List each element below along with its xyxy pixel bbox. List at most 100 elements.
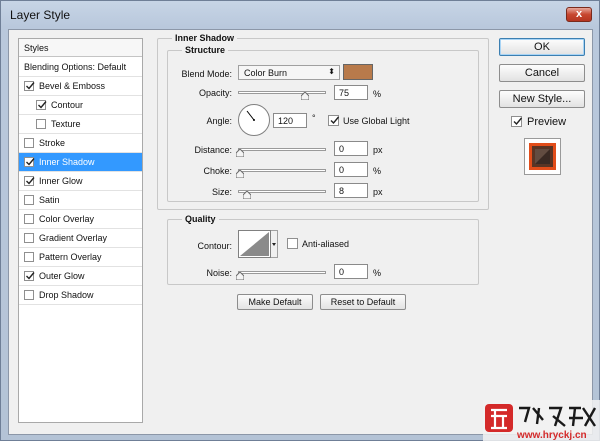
styles-item-checkbox[interactable] [24,138,34,148]
size-field[interactable]: 8 [334,183,368,198]
choke-slider[interactable] [238,169,326,172]
styles-item-checkbox[interactable] [24,271,35,281]
ok-button[interactable]: OK [499,38,585,56]
styles-item-checkbox[interactable] [36,100,47,110]
cancel-label: Cancel [524,67,560,79]
blend-mode-value: Color Burn [244,68,288,78]
checkmark-icon [26,177,35,185]
noise-unit: % [373,268,382,278]
blend-mode-label: Blend Mode: [181,69,232,79]
opacity-slider[interactable] [238,91,326,94]
styles-item-label: Drop Shadow [39,290,94,300]
anti-aliased-label: Anti-aliased [302,239,350,249]
make-default-button[interactable]: Make Default [237,294,313,310]
opacity-unit: % [373,89,382,99]
opacity-slider-thumb[interactable] [301,92,309,100]
contour-picker[interactable] [238,230,271,258]
use-global-light-label: Use Global Light [343,116,410,126]
checkmark-icon [38,101,47,109]
styles-item-inner-shadow[interactable]: Inner Shadow [19,153,142,172]
new-style-button[interactable]: New Style... [499,90,585,108]
checkmark-icon [26,272,35,280]
styles-item-color-overlay[interactable]: Color Overlay [19,210,142,229]
anti-aliased-checkbox[interactable] [287,238,298,249]
opacity-label: Opacity: [198,88,232,98]
styles-item-checkbox[interactable] [24,195,34,205]
noise-slider[interactable] [238,271,326,274]
watermark-url: www.hryckj.cn [517,430,587,441]
reset-to-default-button[interactable]: Reset to Default [320,294,406,310]
distance-slider[interactable] [238,148,326,151]
styles-item-checkbox[interactable] [36,119,46,129]
choke-slider-thumb[interactable] [236,170,244,178]
styles-list-header[interactable]: Styles [19,39,142,57]
preview-swatch-icon [529,143,556,170]
preview-checkbox[interactable] [511,116,523,127]
chevron-down-icon: ⬍ [328,67,335,76]
ok-label: OK [534,41,550,53]
dialog-client: Styles Blending Options: Default Bevel & … [8,29,593,435]
angle-field[interactable]: 120 [273,113,307,128]
distance-value: 0 [339,144,345,154]
shadow-color-swatch[interactable] [343,64,373,80]
styles-item-label: Pattern Overlay [39,252,102,262]
chevron-down-icon [272,243,276,246]
noise-field[interactable]: 0 [334,264,368,279]
styles-item-checkbox[interactable] [24,252,34,262]
close-icon: x [575,8,583,20]
styles-item-label: Texture [51,119,81,129]
styles-item-checkbox[interactable] [24,290,34,300]
choke-unit: % [373,166,382,176]
styles-item-label: Satin [39,195,60,205]
distance-label: Distance: [194,145,232,155]
styles-item-label: Outer Glow [39,271,85,281]
styles-item-stroke[interactable]: Stroke [19,134,142,153]
angle-label: Angle: [206,116,232,126]
styles-item-label: Gradient Overlay [39,233,108,243]
noise-slider-thumb[interactable] [236,272,244,280]
checkmark-icon [513,117,523,126]
choke-field[interactable]: 0 [334,162,368,177]
styles-item-checkbox[interactable] [24,214,34,224]
styles-item-pattern-overlay[interactable]: Pattern Overlay [19,248,142,267]
styles-item-label: Stroke [39,138,66,148]
styles-item-label: Color Overlay [39,214,95,224]
styles-item-texture[interactable]: Texture [19,115,142,134]
use-global-light-checkbox[interactable] [328,115,340,126]
make-default-label: Make Default [248,297,302,307]
angle-dial[interactable] [238,104,270,136]
size-slider-thumb[interactable] [243,191,251,199]
site-watermark: www.hryckj.cn [483,400,600,441]
contour-dropdown-button[interactable] [271,230,278,258]
styles-item-contour[interactable]: Contour [19,96,142,115]
checkmark-icon [330,116,340,125]
styles-item-checkbox[interactable] [24,176,35,186]
styles-item-drop-shadow[interactable]: Drop Shadow [19,286,142,305]
styles-item-blending-options-default[interactable]: Blending Options: Default [19,58,142,77]
styles-item-inner-glow[interactable]: Inner Glow [19,172,142,191]
styles-item-bevel-emboss[interactable]: Bevel & Emboss [19,77,142,96]
inner-shadow-title: Inner Shadow [172,33,238,43]
distance-slider-thumb[interactable] [236,149,244,157]
size-slider[interactable] [238,190,326,193]
cancel-button[interactable]: Cancel [499,64,585,82]
opacity-value: 75 [339,88,350,98]
opacity-field[interactable]: 75 [334,85,368,100]
styles-item-checkbox[interactable] [24,157,35,167]
styles-list: Styles Blending Options: Default Bevel & … [18,38,143,423]
layer-style-window: Layer Style x Styles Blending Options: D… [0,0,600,441]
styles-header-label: Styles [24,43,49,53]
styles-item-gradient-overlay[interactable]: Gradient Overlay [19,229,142,248]
blend-mode-dropdown[interactable]: Color Burn ⬍ [238,65,340,80]
title-bar[interactable]: Layer Style x [1,1,599,29]
distance-field[interactable]: 0 [334,141,368,156]
styles-item-label: Contour [51,100,84,110]
close-button[interactable]: x [566,7,592,22]
angle-needle-icon [246,110,255,121]
styles-item-checkbox[interactable] [24,233,34,243]
styles-item-satin[interactable]: Satin [19,191,142,210]
new-style-label: New Style... [512,93,572,105]
noise-label: Noise: [206,268,232,278]
styles-item-outer-glow[interactable]: Outer Glow [19,267,142,286]
styles-item-checkbox[interactable] [24,81,35,91]
